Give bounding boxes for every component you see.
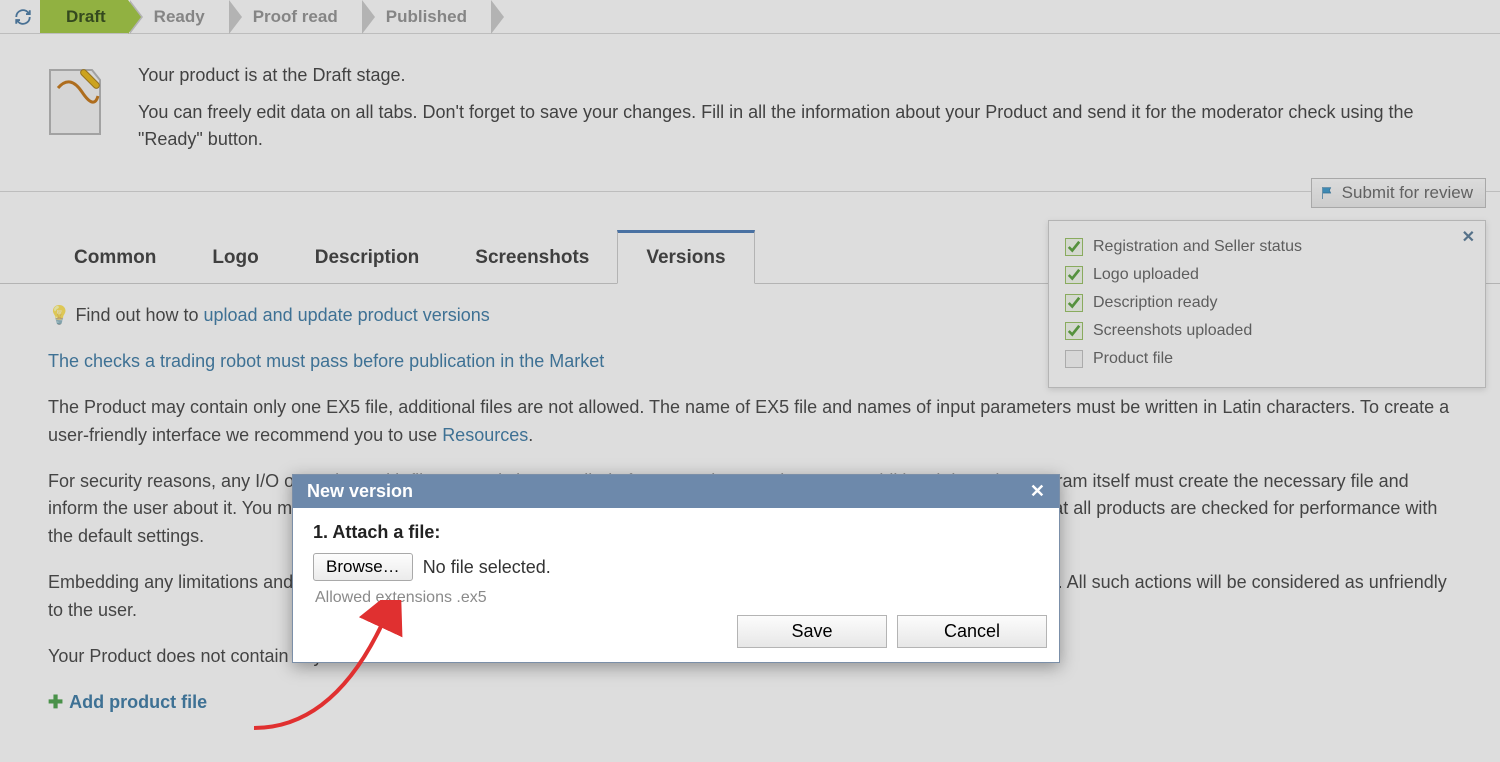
new-version-dialog: New version ✕ 1. Attach a file: Browse… … bbox=[292, 474, 1060, 663]
submit-for-review-button[interactable]: Submit for review bbox=[1311, 178, 1486, 208]
attach-file-label: 1. Attach a file: bbox=[313, 522, 1039, 543]
no-file-selected-text: No file selected. bbox=[423, 557, 551, 578]
save-button[interactable]: Save bbox=[737, 615, 887, 648]
tab-common[interactable]: Common bbox=[46, 233, 184, 283]
check-product-file: Product file bbox=[1065, 345, 1469, 373]
stage-published[interactable]: Published bbox=[360, 0, 489, 33]
stage-draft[interactable]: Draft bbox=[40, 0, 128, 33]
dialog-title: New version bbox=[307, 481, 413, 502]
checkbox-checked-icon bbox=[1065, 238, 1083, 256]
lightbulb-icon: 💡 bbox=[48, 305, 70, 325]
review-checklist: ✕ Registration and Seller status Logo up… bbox=[1048, 220, 1486, 388]
check-description: Description ready bbox=[1065, 289, 1469, 317]
checkbox-checked-icon bbox=[1065, 294, 1083, 312]
stage-bar: Draft Ready Proof read Published bbox=[0, 0, 1500, 34]
tab-screenshots[interactable]: Screenshots bbox=[447, 233, 617, 283]
flag-icon bbox=[1320, 185, 1336, 201]
document-edit-icon bbox=[40, 62, 110, 142]
add-product-file-button[interactable]: ✚ Add product file bbox=[48, 689, 207, 717]
checklist-close-icon[interactable]: ✕ bbox=[1462, 227, 1475, 247]
dialog-close-icon[interactable]: ✕ bbox=[1030, 481, 1045, 502]
hint-prefix: Find out how to bbox=[75, 305, 203, 325]
refresh-icon[interactable] bbox=[6, 0, 40, 33]
info-line-1: Your product is at the Draft stage. bbox=[138, 62, 1460, 89]
resources-link[interactable]: Resources bbox=[442, 425, 528, 445]
stage-proof-read[interactable]: Proof read bbox=[227, 0, 360, 33]
tab-description[interactable]: Description bbox=[287, 233, 448, 283]
checkbox-unchecked-icon bbox=[1065, 350, 1083, 368]
allowed-extensions-hint: Allowed extensions .ex5 bbox=[315, 589, 1039, 607]
tab-versions[interactable]: Versions bbox=[617, 230, 754, 284]
check-logo: Logo uploaded bbox=[1065, 261, 1469, 289]
tab-logo[interactable]: Logo bbox=[184, 233, 286, 283]
check-registration: Registration and Seller status bbox=[1065, 233, 1469, 261]
check-screenshots: Screenshots uploaded bbox=[1065, 317, 1469, 345]
cancel-button[interactable]: Cancel bbox=[897, 615, 1047, 648]
paragraph-ex5: The Product may contain only one EX5 fil… bbox=[48, 394, 1452, 450]
checkbox-checked-icon bbox=[1065, 266, 1083, 284]
checks-link[interactable]: The checks a trading robot must pass bef… bbox=[48, 351, 604, 371]
upload-versions-link[interactable]: upload and update product versions bbox=[204, 305, 490, 325]
plus-icon: ✚ bbox=[48, 689, 63, 717]
checkbox-checked-icon bbox=[1065, 322, 1083, 340]
browse-button[interactable]: Browse… bbox=[313, 553, 413, 581]
info-box: Your product is at the Draft stage. You … bbox=[0, 34, 1500, 192]
info-line-2: You can freely edit data on all tabs. Do… bbox=[138, 99, 1460, 153]
